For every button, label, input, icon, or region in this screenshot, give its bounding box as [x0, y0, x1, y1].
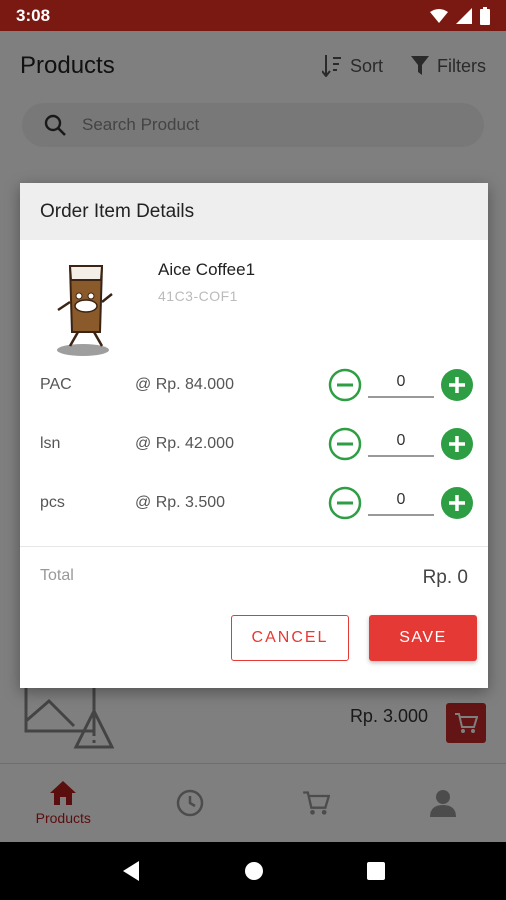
unit-label: lsn: [40, 435, 61, 452]
quantity-input[interactable]: [368, 427, 434, 457]
unit-price: @ Rp. 42.000: [135, 435, 234, 452]
unit-row-pcs: pcs @ Rp. 3.500: [20, 478, 488, 537]
signal-icon: [456, 7, 472, 24]
battery-icon: [480, 6, 490, 25]
total-label: Total: [40, 567, 74, 584]
plus-icon[interactable]: [440, 427, 474, 461]
unit-row-lsn: lsn @ Rp. 42.000: [20, 419, 488, 478]
plus-icon[interactable]: [440, 486, 474, 520]
recents-icon[interactable]: [366, 862, 385, 880]
minus-icon[interactable]: [328, 486, 362, 520]
quantity-input[interactable]: [368, 486, 434, 516]
unit-label: PAC: [40, 376, 72, 393]
minus-icon[interactable]: [328, 427, 362, 461]
unit-row-pac: PAC @ Rp. 84.000: [20, 360, 488, 419]
product-code: 41C3-COF1: [158, 288, 238, 304]
product-info: Aice Coffee1 41C3-COF1: [20, 240, 488, 360]
divider: [20, 546, 488, 547]
minus-icon[interactable]: [328, 368, 362, 402]
total-value: Rp. 0: [422, 567, 468, 588]
back-icon[interactable]: [121, 860, 141, 882]
home-circle-icon[interactable]: [244, 861, 264, 881]
quantity-input[interactable]: [368, 368, 434, 398]
cancel-button[interactable]: CANCEL: [231, 615, 349, 661]
dialog-title: Order Item Details: [40, 200, 195, 222]
save-button[interactable]: SAVE: [369, 615, 477, 661]
product-image: [57, 265, 113, 356]
system-navigation-bar: [0, 842, 506, 900]
unit-label: pcs: [40, 494, 65, 511]
order-item-dialog: Order Item Details Aice Coffee1 41C3-COF…: [20, 183, 488, 688]
status-bar: 3:08: [0, 0, 506, 31]
status-icons: [430, 6, 490, 25]
unit-price: @ Rp. 3.500: [135, 494, 226, 511]
product-name: Aice Coffee1: [158, 260, 256, 279]
dialog-header: Order Item Details: [20, 183, 488, 240]
status-time: 3:08: [16, 5, 51, 25]
wifi-icon: [430, 8, 448, 23]
unit-price: @ Rp. 84.000: [135, 376, 234, 393]
plus-icon[interactable]: [440, 368, 474, 402]
